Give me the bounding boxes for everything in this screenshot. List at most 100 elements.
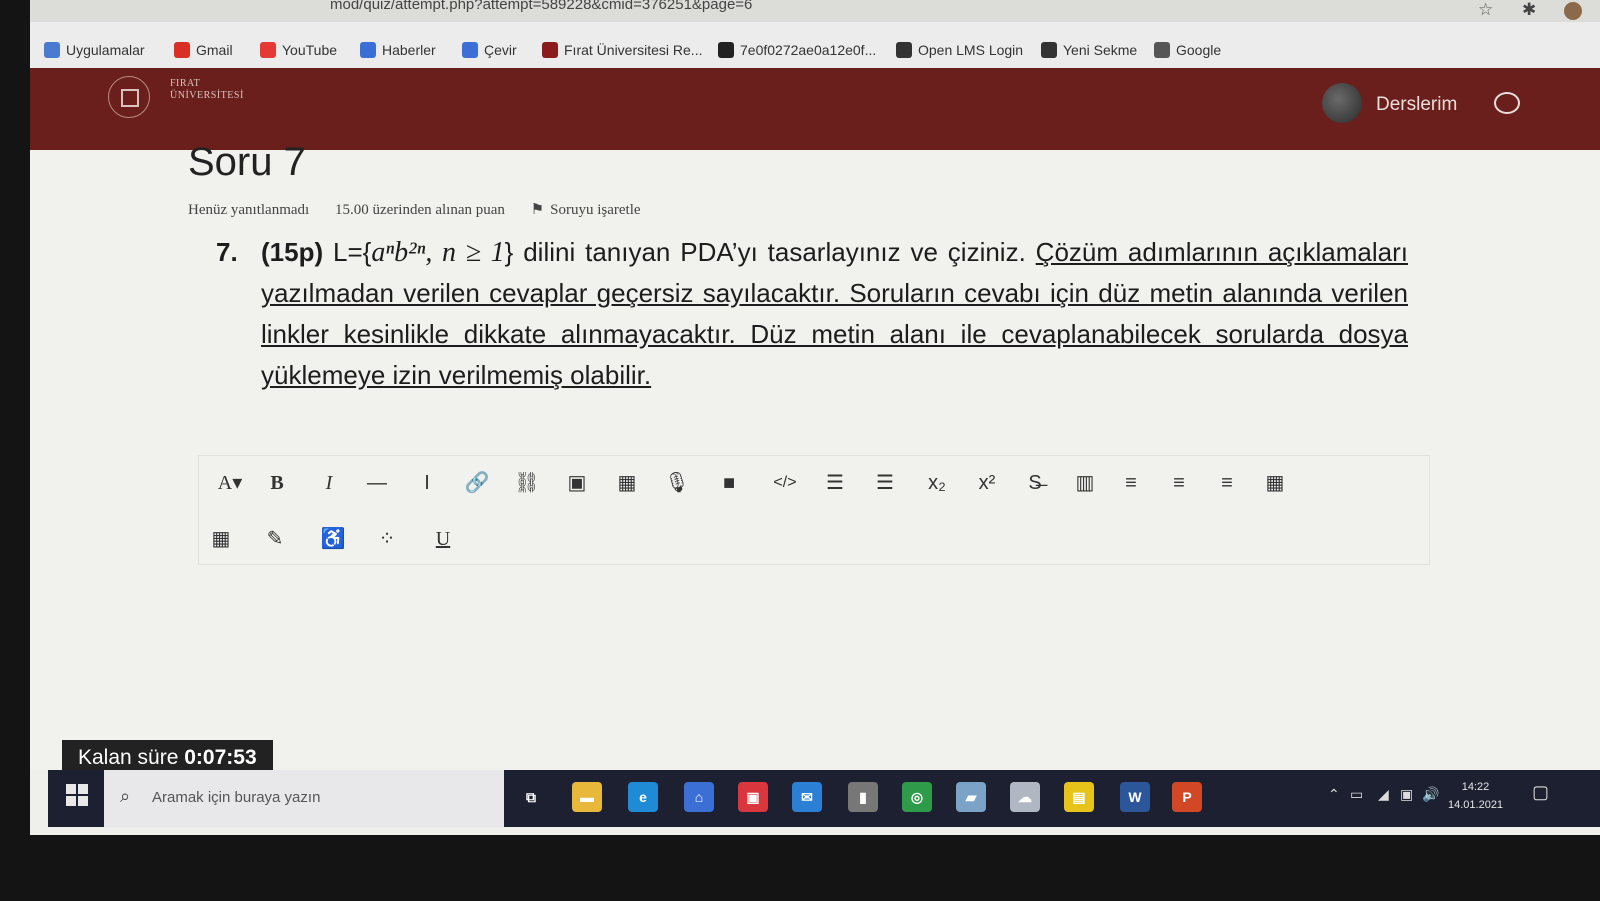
unlink-icon[interactable]: ⛓ bbox=[509, 468, 545, 498]
chrome-icon[interactable]: ◎ bbox=[902, 782, 932, 812]
bullet-list-icon[interactable]: ☰ bbox=[817, 468, 853, 498]
horizontal-rule-button[interactable]: — bbox=[359, 468, 395, 498]
bookmark-4[interactable]: Çevir bbox=[462, 42, 517, 58]
sticky-notes-icon[interactable]: ▤ bbox=[1064, 782, 1094, 812]
powerpoint-icon[interactable]: P bbox=[1172, 782, 1202, 812]
bookmark-9[interactable]: Google bbox=[1154, 42, 1221, 58]
battery-icon[interactable]: ▭ bbox=[1350, 786, 1363, 803]
chat-bubble-icon[interactable] bbox=[1494, 92, 1520, 114]
question-title: Soru 7 bbox=[188, 140, 306, 184]
italic-button[interactable]: I bbox=[311, 468, 347, 498]
word-icon[interactable]: W bbox=[1120, 782, 1150, 812]
clock-date: 14.01.2021 bbox=[1448, 799, 1504, 811]
microphone-icon[interactable]: 🎙 bbox=[659, 468, 695, 498]
tray-chevron-icon[interactable]: ⌃ bbox=[1328, 786, 1340, 803]
github-icon bbox=[718, 42, 734, 58]
emoticon-grid-icon[interactable]: ⁘ bbox=[369, 524, 405, 554]
user-avatar[interactable] bbox=[1322, 83, 1362, 123]
monitor-screen: mod/quiz/attempt.php?attempt=589228&cmid… bbox=[30, 0, 1600, 835]
strikethrough-icon[interactable]: S̶ bbox=[1017, 468, 1053, 498]
link-icon[interactable]: 🔗 bbox=[459, 468, 495, 498]
timer-label: Kalan süre bbox=[78, 746, 179, 769]
notebook-icon[interactable]: ▰ bbox=[956, 782, 986, 812]
bookmark-3[interactable]: Haberler bbox=[360, 42, 436, 58]
apps-grid-icon bbox=[44, 42, 60, 58]
table-icon[interactable]: ▦ bbox=[1257, 468, 1293, 498]
media-icon[interactable]: ▦ bbox=[609, 468, 645, 498]
html-code-icon[interactable]: </> bbox=[767, 468, 803, 498]
gmail-icon bbox=[174, 42, 190, 58]
nav-derslerim[interactable]: Derslerim bbox=[1376, 94, 1457, 116]
underline-button[interactable]: U bbox=[425, 524, 461, 554]
bookmark-label: Open LMS Login bbox=[918, 42, 1024, 58]
notifications-icon[interactable]: ▢ bbox=[1532, 782, 1549, 803]
bold-button[interactable]: B bbox=[259, 468, 295, 498]
question-text: 7. (15p) L={aⁿb²ⁿ, n ≥ 1} dilini tanıyan… bbox=[216, 232, 1408, 396]
superscript-button[interactable]: x² bbox=[969, 468, 1005, 498]
mail-icon[interactable]: ✉ bbox=[792, 782, 822, 812]
bookmark-6[interactable]: 7e0f0272ae0a12e0f... bbox=[718, 42, 876, 58]
font-style-dropdown[interactable]: A▾ bbox=[207, 468, 253, 498]
globe-icon bbox=[896, 42, 912, 58]
flag-question-link[interactable]: ⚑ Soruyu işaretle bbox=[531, 202, 641, 218]
calculator-icon[interactable]: ▦ bbox=[203, 524, 239, 554]
youtube-icon bbox=[260, 42, 276, 58]
bookmark-label: Gmail bbox=[196, 42, 233, 58]
question-body: 7. (15p) L={aⁿb²ⁿ, n ≥ 1} dilini tanıyan… bbox=[216, 232, 1408, 396]
windows-start-icon[interactable] bbox=[66, 784, 90, 808]
bookmark-label: Uygulamalar bbox=[66, 42, 145, 58]
bookmark-0[interactable]: Uygulamalar bbox=[44, 42, 145, 58]
bookmark-8[interactable]: Yeni Sekme bbox=[1041, 42, 1137, 58]
language-prefix: L={ bbox=[333, 237, 372, 267]
align-center-icon[interactable]: ≡ bbox=[1161, 468, 1197, 498]
text-cursor-button[interactable]: I bbox=[409, 468, 445, 498]
url-text[interactable]: mod/quiz/attempt.php?attempt=589228&cmid… bbox=[330, 0, 752, 13]
university-logo-icon[interactable] bbox=[108, 76, 150, 118]
question-number: 7. bbox=[216, 237, 238, 267]
timer-value: 0:07:53 bbox=[184, 746, 257, 769]
numbered-list-icon[interactable]: ☰ bbox=[867, 468, 903, 498]
video-camera-icon[interactable]: ■ bbox=[711, 468, 747, 498]
bookmark-star-icon[interactable]: ☆ bbox=[1478, 0, 1493, 20]
wifi-icon[interactable]: ◢ bbox=[1378, 786, 1389, 803]
answer-editor-area[interactable] bbox=[198, 564, 1428, 754]
quiz-content: Soru 7 Henüz yanıtlanmadı 15.00 üzerinde… bbox=[30, 140, 1600, 776]
bookmark-2[interactable]: YouTube bbox=[260, 42, 337, 58]
profile-avatar[interactable] bbox=[1564, 2, 1582, 20]
align-left-icon[interactable]: ≡ bbox=[1113, 468, 1149, 498]
question-points: 15.00 üzerinden alınan puan bbox=[334, 202, 505, 218]
google-icon bbox=[1154, 42, 1170, 58]
display-icon[interactable]: ▣ bbox=[1400, 786, 1413, 803]
edit-icon[interactable]: ✎ bbox=[257, 524, 293, 554]
bookmark-7[interactable]: Open LMS Login bbox=[896, 42, 1023, 58]
recorder-icon[interactable]: ▮ bbox=[848, 782, 878, 812]
file-explorer-icon[interactable]: ▬ bbox=[572, 782, 602, 812]
bookmark-1[interactable]: Gmail bbox=[174, 42, 233, 58]
site-header: FIRAT ÜNİVERSİTESİ Derslerim bbox=[30, 68, 1600, 150]
taskbar-search-box[interactable]: ⌕ Aramak için buraya yazın bbox=[104, 770, 504, 827]
accessibility-icon[interactable]: ♿ bbox=[315, 524, 351, 554]
question-status: Henüz yanıtlanmadı bbox=[188, 202, 310, 218]
question-meta: Henüz yanıtlanmadı 15.00 üzerinden alına… bbox=[188, 200, 663, 219]
taskbar-clock[interactable]: 14:22 14.01.2021 bbox=[1448, 778, 1503, 814]
search-icon: ⌕ bbox=[120, 786, 131, 806]
extensions-icon[interactable]: ✱ bbox=[1522, 0, 1536, 20]
language-expression: aⁿb²ⁿ, n ≥ 1 bbox=[371, 237, 505, 268]
address-bar[interactable]: mod/quiz/attempt.php?attempt=589228&cmid… bbox=[30, 0, 1600, 22]
edge-icon[interactable]: e bbox=[628, 782, 658, 812]
gift-icon[interactable]: ▣ bbox=[738, 782, 768, 812]
clock-time: 14:22 bbox=[1461, 781, 1490, 793]
store-icon[interactable]: ⌂ bbox=[684, 782, 714, 812]
subscript-button[interactable]: x₂ bbox=[919, 468, 955, 498]
align-right-icon[interactable]: ≡ bbox=[1209, 468, 1245, 498]
bookmark-5[interactable]: Fırat Üniversitesi Re... bbox=[542, 42, 702, 58]
question-points-tag: (15p) bbox=[261, 237, 324, 267]
task-view-icon[interactable]: ⧉ bbox=[516, 782, 546, 812]
flag-icon: ⚑ bbox=[530, 202, 545, 218]
volume-icon[interactable]: 🔊 bbox=[1422, 786, 1439, 803]
cloud-app-icon[interactable]: ☁ bbox=[1010, 782, 1040, 812]
bookmark-label: 7e0f0272ae0a12e0f... bbox=[740, 42, 877, 58]
columns-icon[interactable]: ▥ bbox=[1067, 468, 1103, 498]
google-news-icon bbox=[360, 42, 376, 58]
image-icon[interactable]: ▣ bbox=[559, 468, 595, 498]
